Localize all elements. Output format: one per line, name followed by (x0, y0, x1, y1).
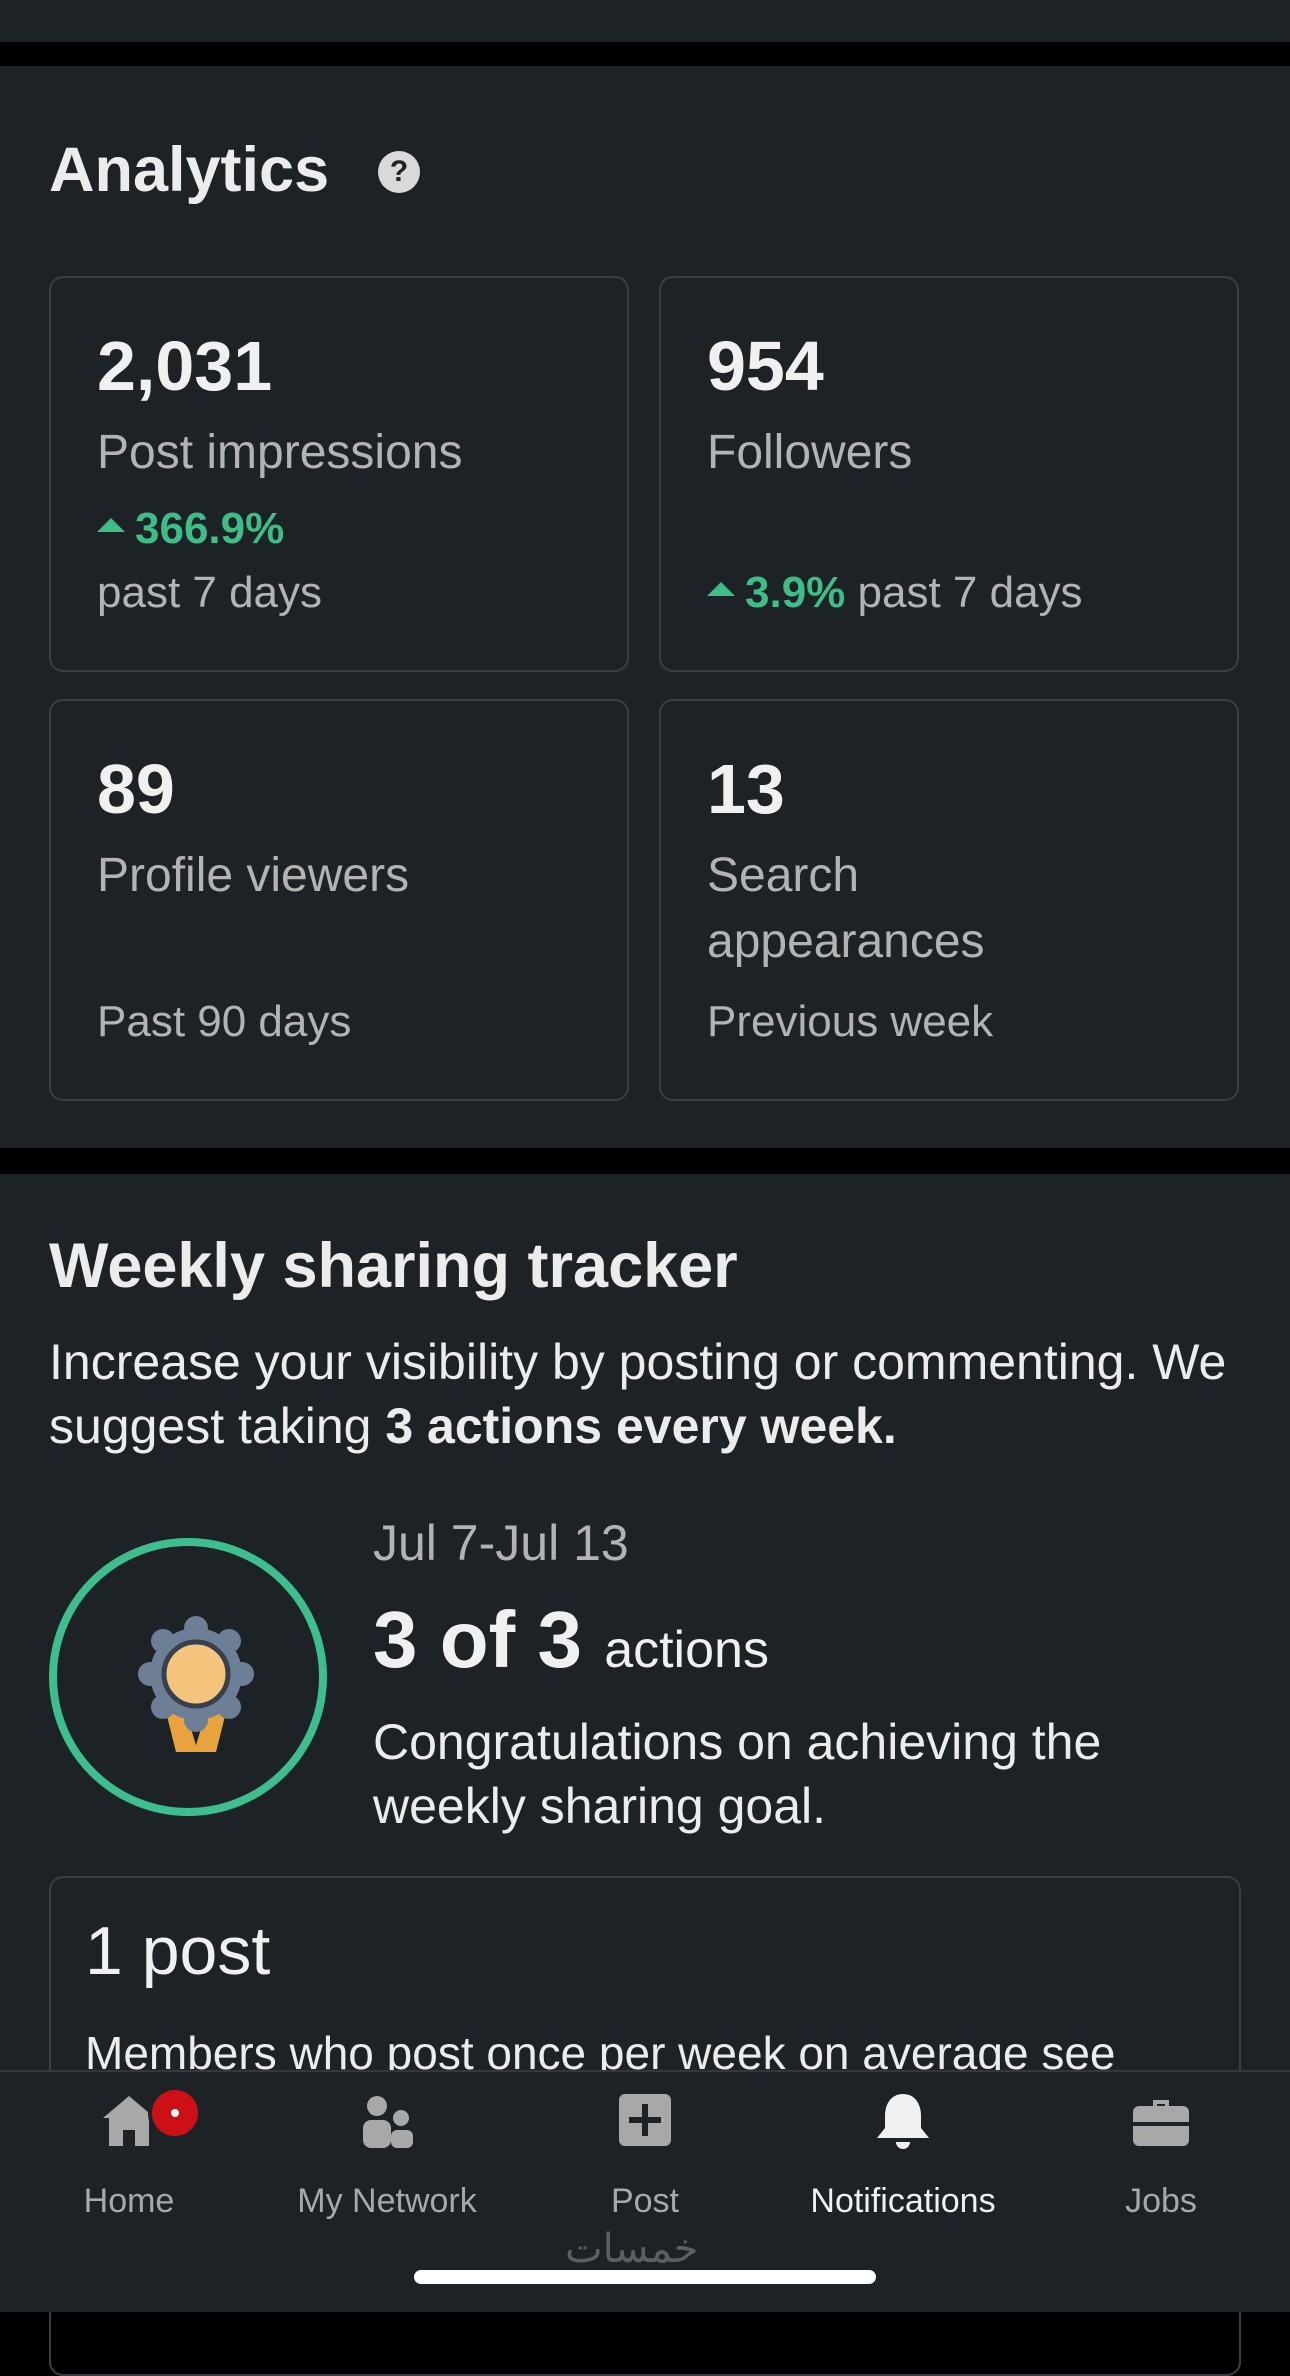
tracker-congrats-message: Congratulations on achieving the weekly … (373, 1714, 1102, 1834)
followers-value: 954 (707, 327, 824, 405)
analytics-title: Analytics (49, 135, 330, 205)
followers-change: 3.9% past 7 days (707, 568, 1083, 618)
nav-my-network-label: My Network (297, 2182, 477, 2220)
search-appearances-value: 13 (707, 750, 785, 828)
nav-jobs-label: Jobs (1125, 2182, 1197, 2220)
question-circle-icon[interactable]: ? (378, 151, 420, 193)
previous-section-tail (0, 0, 1290, 42)
plus-square-icon (619, 2094, 671, 2146)
search-appearances-card[interactable]: 13 Search appearances Previous week (659, 699, 1239, 1101)
profile-viewers-label: Profile viewers (97, 849, 410, 902)
tracker-progress: 3 of 3 actions (373, 1595, 769, 1684)
nav-home[interactable]: Home (0, 2086, 258, 2226)
search-appearances-period: Previous week (707, 997, 994, 1046)
nav-post-label: Post (610, 2182, 680, 2220)
followers-card[interactable]: 954 Followers 3.9% past 7 days (659, 276, 1239, 672)
tracker-description: Increase your visibility by posting or c… (49, 1334, 1227, 1454)
analytics-section: Analytics ? 2,031 Post impressions 366.9… (0, 66, 1290, 1148)
nav-home-label: Home (83, 2182, 175, 2220)
post-count-title: 1 post (85, 1913, 271, 1989)
tracker-title: Weekly sharing tracker (49, 1231, 738, 1301)
post-impressions-card[interactable]: 2,031 Post impressions 366.9% past 7 day… (49, 276, 629, 672)
achievement-ring (49, 1538, 327, 1816)
trend-up-icon (707, 582, 735, 597)
post-impressions-label: Post impressions (97, 426, 463, 479)
trend-up-icon (97, 518, 125, 533)
followers-label: Followers (707, 426, 913, 479)
post-impressions-value: 2,031 (97, 327, 273, 405)
search-appearances-label: Search appearances (707, 849, 985, 968)
nav-post[interactable]: Post (516, 2086, 774, 2226)
post-impressions-change: 366.9% (97, 504, 284, 554)
network-icon (363, 2096, 413, 2148)
post-impressions-period: past 7 days (97, 568, 323, 617)
award-ribbon-icon (138, 1616, 254, 1752)
nav-notifications[interactable]: Notifications (774, 2086, 1032, 2226)
nav-notifications-label: Notifications (810, 2182, 996, 2220)
profile-viewers-card[interactable]: 89 Profile viewers Past 90 days (49, 699, 629, 1101)
bell-icon (877, 2094, 929, 2149)
profile-viewers-value: 89 (97, 750, 175, 828)
notification-badge (148, 2086, 202, 2140)
tracker-date-range: Jul 7-Jul 13 (373, 1515, 629, 1571)
watermark-text: خمسات (565, 2227, 699, 2271)
briefcase-icon (1133, 2100, 1189, 2146)
nav-jobs[interactable]: Jobs (1032, 2086, 1290, 2226)
profile-viewers-period: Past 90 days (97, 997, 352, 1046)
nav-my-network[interactable]: My Network (258, 2086, 516, 2226)
home-indicator[interactable] (414, 2270, 876, 2284)
